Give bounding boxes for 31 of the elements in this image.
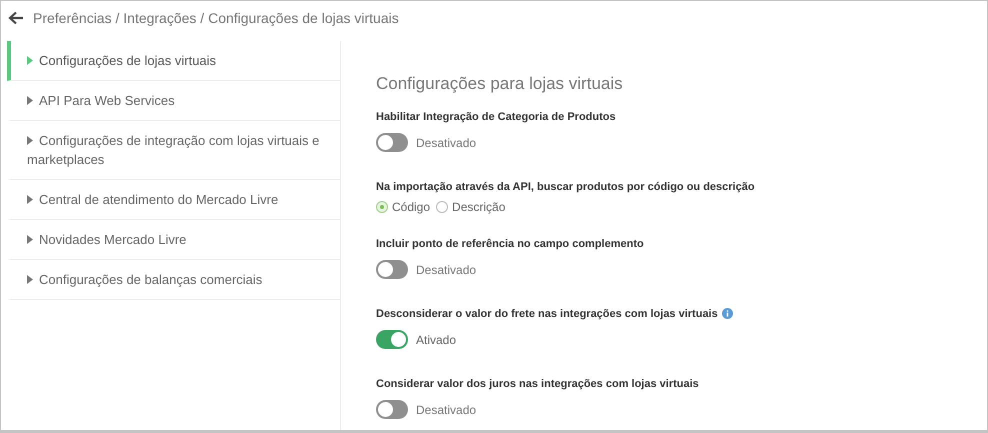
chevron-icon <box>27 195 33 204</box>
page-heading: Configurações para lojas virtuais <box>376 73 624 95</box>
toggle-state: Desativado <box>416 262 476 278</box>
toggle-switch[interactable] <box>376 260 408 279</box>
setting-label: Na importação através da API, buscar produtos por código ou descrição <box>376 180 755 194</box>
sidebar-item[interactable]: Central de atendimento do Mercado Livre <box>7 180 340 220</box>
chevron-icon <box>27 235 33 244</box>
info-icon[interactable] <box>722 308 733 320</box>
setting-label: Desconsiderar o valor do frete nas integrações com lojas virtuais <box>376 306 718 322</box>
chevron-icon <box>27 96 33 105</box>
setting-label: Habilitar Integração de Categoria de Produtos <box>376 110 616 124</box>
toggle-switch[interactable] <box>376 400 408 419</box>
chevron-icon <box>27 56 33 65</box>
toggle-switch[interactable] <box>376 330 408 349</box>
sidebar-item[interactable]: API Para Web Services <box>7 81 340 121</box>
toggle-switch[interactable] <box>376 133 408 152</box>
toggle-state: Desativado <box>416 134 476 152</box>
chevron-icon <box>27 275 33 284</box>
back-arrow-icon[interactable] <box>8 11 24 25</box>
toggle-state: Ativado <box>416 332 456 348</box>
sidebar-item[interactable]: Configurações de integração com lojas virtuais e marketplaces <box>7 121 340 180</box>
setting-label: Considerar valor dos juros nas integrações com lojas virtuais <box>376 376 699 392</box>
radio-option[interactable]: Código <box>376 198 430 216</box>
chevron-icon <box>27 136 33 145</box>
setting-label: Incluir ponto de referência no campo complemento <box>376 236 644 252</box>
radio-option[interactable]: Descrição <box>436 198 506 216</box>
sidebar-item[interactable]: Novidades Mercado Livre <box>7 220 340 260</box>
toggle-state: Desativado <box>416 402 476 418</box>
breadcrumb: Preferências / Integrações / Configurações de lojas virtuais <box>33 8 399 28</box>
sidebar-item[interactable]: Configurações de balanças comerciais <box>7 260 340 300</box>
sidebar-item[interactable]: Configurações de lojas virtuais <box>7 41 340 81</box>
